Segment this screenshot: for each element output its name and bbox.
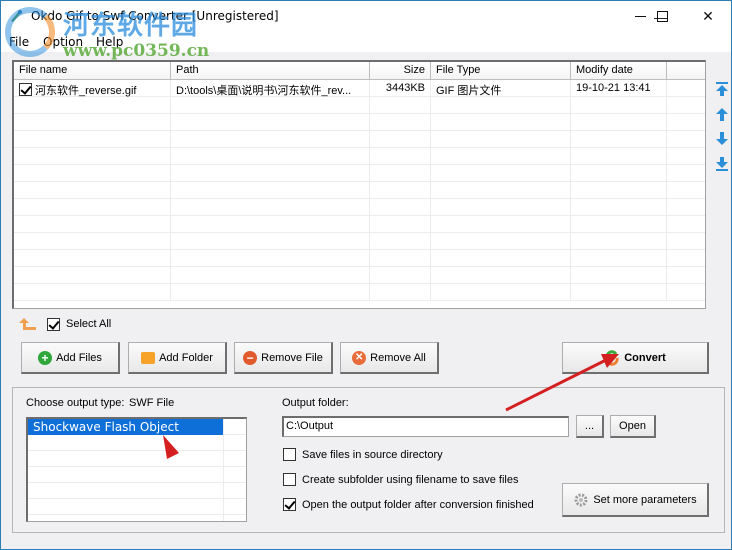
set-params-label: Set more parameters bbox=[593, 493, 697, 506]
file-type: GIF 图片文件 bbox=[431, 80, 571, 97]
gear-icon bbox=[574, 493, 588, 506]
add-icon: + bbox=[38, 350, 53, 365]
folder-icon bbox=[141, 351, 156, 364]
column-file-name[interactable]: File name bbox=[14, 62, 171, 80]
add-files-label: Add Files bbox=[56, 351, 102, 364]
file-name: 河东软件_reverse.gif bbox=[35, 85, 137, 97]
column-size[interactable]: Size bbox=[370, 62, 431, 80]
convert-button[interactable]: Convert bbox=[562, 342, 709, 374]
table-row-empty bbox=[14, 165, 705, 182]
column-file-type[interactable]: File Type bbox=[431, 62, 571, 80]
remove-all-label: Remove All bbox=[370, 351, 426, 364]
row-checkbox[interactable] bbox=[19, 83, 32, 96]
output-type-list[interactable]: Shockwave Flash Object (*.swf) bbox=[26, 417, 247, 522]
close-button[interactable]: ✕ bbox=[685, 1, 731, 32]
move-bottom-icon[interactable] bbox=[714, 156, 730, 172]
table-row-empty bbox=[14, 131, 705, 148]
watermark-text: 河东软件园 bbox=[63, 11, 199, 41]
column-modify-date[interactable]: Modify date bbox=[571, 62, 667, 80]
convert-icon bbox=[605, 349, 619, 366]
open-label: Open bbox=[619, 420, 646, 432]
column-empty bbox=[667, 62, 705, 80]
output-type-option[interactable]: Shockwave Flash Object (*.swf) bbox=[28, 419, 223, 448]
set-more-parameters-button[interactable]: Set more parameters bbox=[562, 483, 709, 517]
table-row-empty bbox=[14, 216, 705, 233]
option-save-in-source[interactable]: Save files in source directory bbox=[283, 448, 443, 461]
output-folder-label: Output folder: bbox=[282, 397, 349, 409]
file-date: 19-10-21 13:41 bbox=[571, 80, 667, 97]
table-row-empty bbox=[14, 233, 705, 250]
convert-label: Convert bbox=[624, 351, 666, 364]
move-up-icon[interactable] bbox=[714, 106, 730, 122]
up-level-icon[interactable] bbox=[19, 317, 37, 331]
table-row-empty bbox=[14, 284, 705, 301]
remove-file-button[interactable]: − Remove File bbox=[234, 342, 333, 374]
table-row-empty bbox=[14, 267, 705, 284]
output-type-label: Choose output type: bbox=[26, 397, 125, 409]
browse-button[interactable]: ... bbox=[576, 415, 604, 438]
close-icon: ✕ bbox=[702, 8, 714, 24]
app-window: Okdo Gif to Swf Converter [Unregistered]… bbox=[0, 0, 732, 550]
table-row-empty bbox=[14, 250, 705, 267]
reorder-controls bbox=[714, 81, 730, 181]
open-folder-button[interactable]: Open bbox=[610, 415, 656, 438]
create-subfolder-checkbox[interactable] bbox=[283, 473, 296, 486]
table-row-empty bbox=[14, 199, 705, 216]
table-row-empty bbox=[14, 182, 705, 199]
maximize-button[interactable] bbox=[639, 1, 685, 32]
add-folder-button[interactable]: Add Folder bbox=[128, 342, 227, 374]
save-in-source-checkbox[interactable] bbox=[283, 448, 296, 461]
watermark-url: www.pc0359.cn bbox=[63, 41, 210, 61]
maximize-icon bbox=[656, 11, 668, 22]
file-path: D:\tools\桌面\说明书\河东软件_rev... bbox=[171, 80, 370, 97]
remove-file-label: Remove File bbox=[261, 351, 323, 364]
move-top-icon[interactable] bbox=[714, 81, 730, 97]
open-output-folder-checkbox[interactable] bbox=[283, 498, 296, 511]
browse-label: ... bbox=[584, 420, 595, 432]
add-files-button[interactable]: + Add Files bbox=[21, 342, 120, 374]
table-row-empty bbox=[14, 114, 705, 131]
option-open-output-folder[interactable]: Open the output folder after conversion … bbox=[283, 498, 534, 511]
save-in-source-label: Save files in source directory bbox=[302, 448, 443, 461]
select-all-label: Select All bbox=[66, 318, 112, 330]
select-all-checkbox[interactable] bbox=[47, 317, 60, 331]
create-subfolder-label: Create subfolder using filename to save … bbox=[302, 473, 519, 486]
add-folder-label: Add Folder bbox=[159, 351, 213, 364]
remove-all-button[interactable]: ✕ Remove All bbox=[340, 342, 439, 374]
column-path[interactable]: Path bbox=[171, 62, 370, 80]
remove-all-icon: ✕ bbox=[352, 350, 367, 365]
output-type-value: SWF File bbox=[129, 397, 175, 409]
table-row[interactable]: 河东软件_reverse.gif D:\tools\桌面\说明书\河东软件_re… bbox=[14, 80, 705, 97]
table-row-empty bbox=[14, 148, 705, 165]
table-header: File name Path Size File Type Modify dat… bbox=[14, 62, 705, 80]
watermark-logo bbox=[5, 7, 55, 57]
table-row-empty bbox=[14, 97, 705, 114]
option-create-subfolder[interactable]: Create subfolder using filename to save … bbox=[283, 473, 518, 486]
select-all-row: Select All bbox=[19, 317, 111, 331]
file-table[interactable]: File name Path Size File Type Modify dat… bbox=[12, 60, 706, 309]
file-size: 3443KB bbox=[370, 80, 431, 97]
remove-icon: − bbox=[243, 350, 258, 365]
move-down-icon[interactable] bbox=[714, 131, 730, 147]
open-output-folder-label: Open the output folder after conversion … bbox=[302, 498, 534, 511]
output-folder-input[interactable]: C:\Output bbox=[282, 416, 569, 437]
